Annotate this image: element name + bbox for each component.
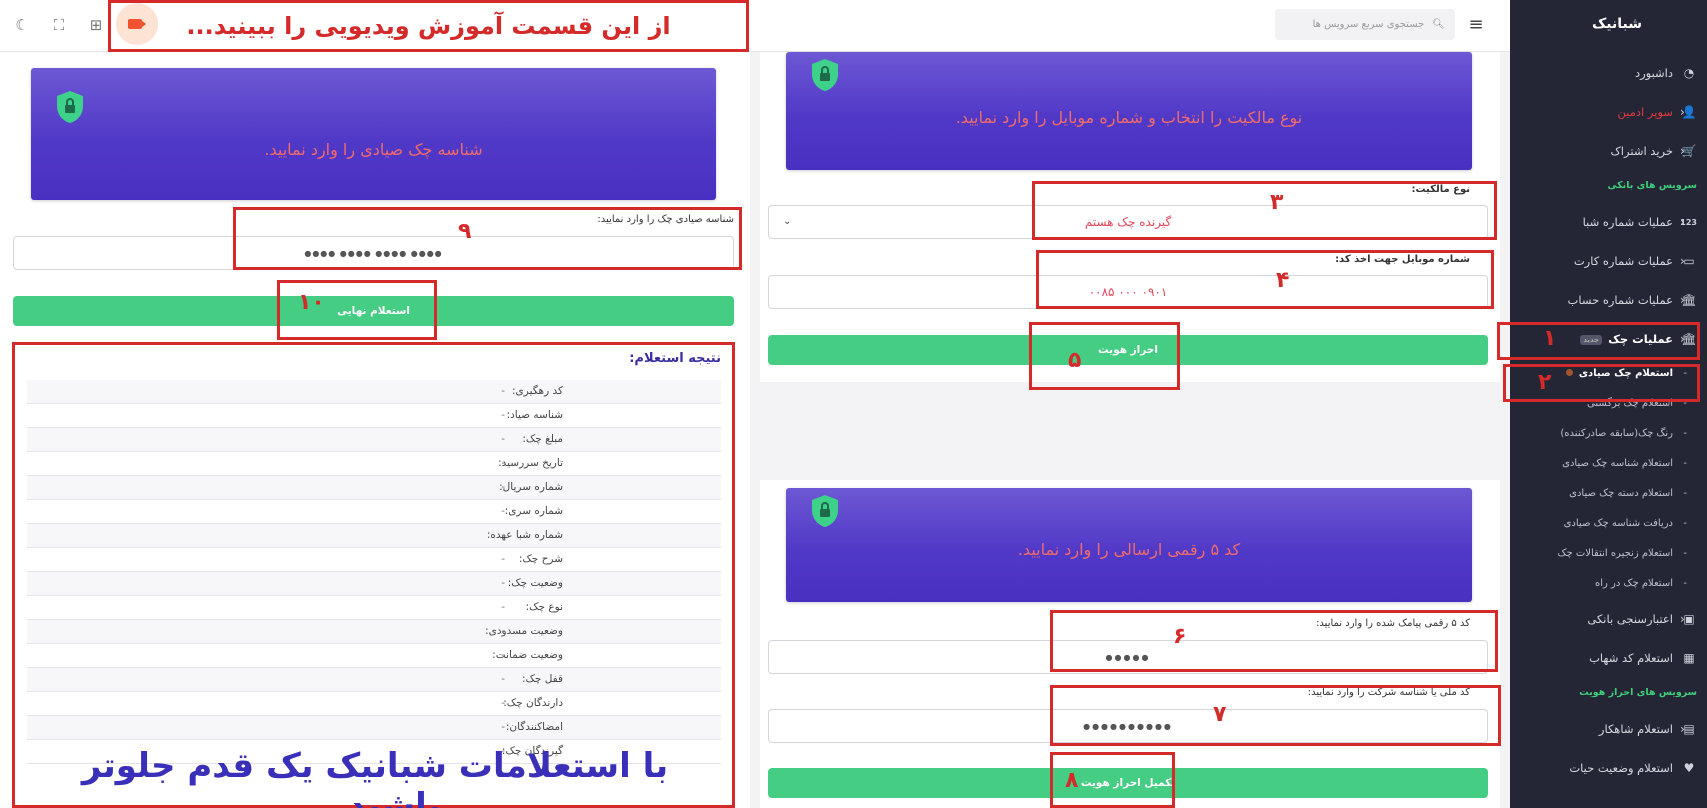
sidebar-item-shahab[interactable]: ▦ استعلام کد شهاب xyxy=(1510,647,1707,669)
sidebar-item-label: استعلام کد شهاب xyxy=(1589,651,1673,665)
annotation-box-results xyxy=(12,342,735,808)
sidebar-item-sheba[interactable]: 123 عملیات شماره شبا ‹ xyxy=(1510,211,1707,233)
video-tutorial-banner: از این قسمت آموزش ویدیویی را ببینید... xyxy=(108,0,749,52)
sidebar-item-label: داشبورد xyxy=(1634,66,1673,80)
heart-icon: ♥ xyxy=(1683,761,1695,775)
sidebar-item-account[interactable]: 🏛 عملیات شماره حساب ‹ xyxy=(1510,289,1707,311)
step1-hero-text: نوع مالکیت را انتخاب و شماره موبایل را و… xyxy=(955,108,1303,127)
annotation-number-8: ۸ xyxy=(1065,768,1079,793)
sidebar-item-label: عملیات شماره شبا xyxy=(1582,215,1673,229)
shield-lock-icon xyxy=(812,495,838,527)
chevron-left-icon: ‹ xyxy=(1680,612,1685,626)
sidebar-subitem-check-in-transit[interactable]: - استعلام چک در راه xyxy=(1510,573,1707,593)
sidebar-subitem-get-sayad-id[interactable]: - دریافت شناسه چک صیادی xyxy=(1510,513,1707,533)
sidebar-item-buy-subscription[interactable]: 🛒 خرید اشتراک ‹ xyxy=(1510,140,1707,162)
annotation-box-7 xyxy=(1050,685,1501,746)
sidebar-item-label: عملیات شماره کارت xyxy=(1573,254,1673,268)
sidebar-item-card[interactable]: ▭ عملیات شماره کارت ‹ xyxy=(1510,250,1707,272)
qr-icon: ▦ xyxy=(1683,651,1695,665)
section-title-identity: سرویس های احراز هویت xyxy=(1579,687,1697,698)
section-title-bank: سرویس های بانکی xyxy=(1607,180,1697,191)
shield-lock-icon xyxy=(812,59,838,91)
annotation-number-1: ۱ xyxy=(1543,326,1557,351)
promo-banner: با استعلامات شبانیک یک قدم جلوتر باشید..… xyxy=(81,746,669,808)
fullscreen-icon[interactable]: ⛶ xyxy=(49,15,69,35)
annotation-number-6: ۶ xyxy=(1173,624,1187,649)
hamburger-menu-icon[interactable]: ≡ xyxy=(1466,16,1486,34)
sidebar-subitem-sayad-id[interactable]: - استعلام شناسه چک صیادی xyxy=(1510,453,1707,473)
step3-hero-text: شناسه چک صیادی را وارد نمایید. xyxy=(264,140,483,159)
sidebar-item-credit-rating[interactable]: ▣ اعتبارسنجی بانکی ‹ xyxy=(1510,608,1707,630)
annotation-box-2 xyxy=(1503,364,1700,402)
annotation-box-6 xyxy=(1050,610,1498,672)
annotation-box-3 xyxy=(1032,181,1497,240)
dark-mode-icon[interactable]: ☾ xyxy=(12,15,32,35)
chevron-left-icon: ‹ xyxy=(1680,722,1685,736)
annotation-box-1 xyxy=(1497,322,1700,360)
search-icon: 🔍︎ xyxy=(1432,19,1445,30)
chevron-left-icon: ‹ xyxy=(1680,105,1685,119)
annotation-number-7: ۷ xyxy=(1213,702,1227,727)
sidebar: شبانیک ◔ داشبورد 👤 سوپر ادمین ‹ 🛒 خرید ا… xyxy=(1510,0,1707,808)
step3-hero: شناسه چک صیادی را وارد نمایید. xyxy=(31,68,716,200)
sidebar-subitem-transfer-chain[interactable]: - استعلام زنجیره انتقالات چک xyxy=(1510,543,1707,563)
step2-hero-text: کد ۵ رقمی ارسالی را وارد نمایید. xyxy=(1017,540,1241,559)
annotation-number-2: ۲ xyxy=(1538,370,1552,395)
sidebar-item-life-status[interactable]: ♥ استعلام وضعیت حیات xyxy=(1510,757,1707,779)
annotation-number-5: ۵ xyxy=(1068,348,1082,373)
annotation-box-4 xyxy=(1036,250,1494,309)
sidebar-item-label: خرید اشتراک xyxy=(1610,144,1673,158)
chevron-left-icon: ‹ xyxy=(1680,254,1685,268)
chevron-left-icon: ‹ xyxy=(1680,215,1685,229)
sidebar-item-label: سوپر ادمین xyxy=(1617,105,1673,119)
brand-logo[interactable]: شبانیک xyxy=(1592,16,1642,32)
step2-hero: کد ۵ رقمی ارسالی را وارد نمایید. xyxy=(786,488,1472,602)
chevron-left-icon: ‹ xyxy=(1680,144,1685,158)
sidebar-item-shahkar[interactable]: ▤ استعلام شاهکار ‹ xyxy=(1510,718,1707,740)
annotation-number-10: ۱۰ xyxy=(298,290,325,315)
annotation-number-3: ۳ xyxy=(1270,190,1284,215)
search-input[interactable]: 🔍︎ جستجوی سریع سرویس ها xyxy=(1275,9,1455,40)
chevron-down-icon: ⌄ xyxy=(783,216,794,227)
sidebar-item-label: عملیات شماره حساب xyxy=(1567,293,1674,307)
annotation-number-9: ۹ xyxy=(458,219,472,244)
sidebar-item-super-admin[interactable]: 👤 سوپر ادمین ‹ xyxy=(1510,101,1707,123)
annotation-box-9 xyxy=(233,207,742,270)
sidebar-item-dashboard[interactable]: ◔ داشبورد xyxy=(1510,62,1707,84)
sidebar-item-label: اعتبارسنجی بانکی xyxy=(1587,612,1673,626)
apps-grid-icon[interactable]: ⊞ xyxy=(86,15,106,35)
sidebar-item-label: استعلام وضعیت حیات xyxy=(1569,761,1673,775)
sidebar-subitem-checkbook[interactable]: - استعلام دسته چک صیادی xyxy=(1510,483,1707,503)
chevron-left-icon: ‹ xyxy=(1680,293,1685,307)
shield-lock-icon xyxy=(57,91,83,123)
annotation-box-5 xyxy=(1029,322,1180,390)
step1-hero: نوع مالکیت را انتخاب و شماره موبایل را و… xyxy=(786,52,1472,170)
dashboard-icon: ◔ xyxy=(1683,66,1695,80)
annotation-number-4: ۴ xyxy=(1276,268,1290,293)
sidebar-item-label: استعلام شاهکار xyxy=(1598,722,1673,736)
sidebar-subitem-check-color[interactable]: - رنگ چک(سابقه صادرکننده) xyxy=(1510,423,1707,443)
